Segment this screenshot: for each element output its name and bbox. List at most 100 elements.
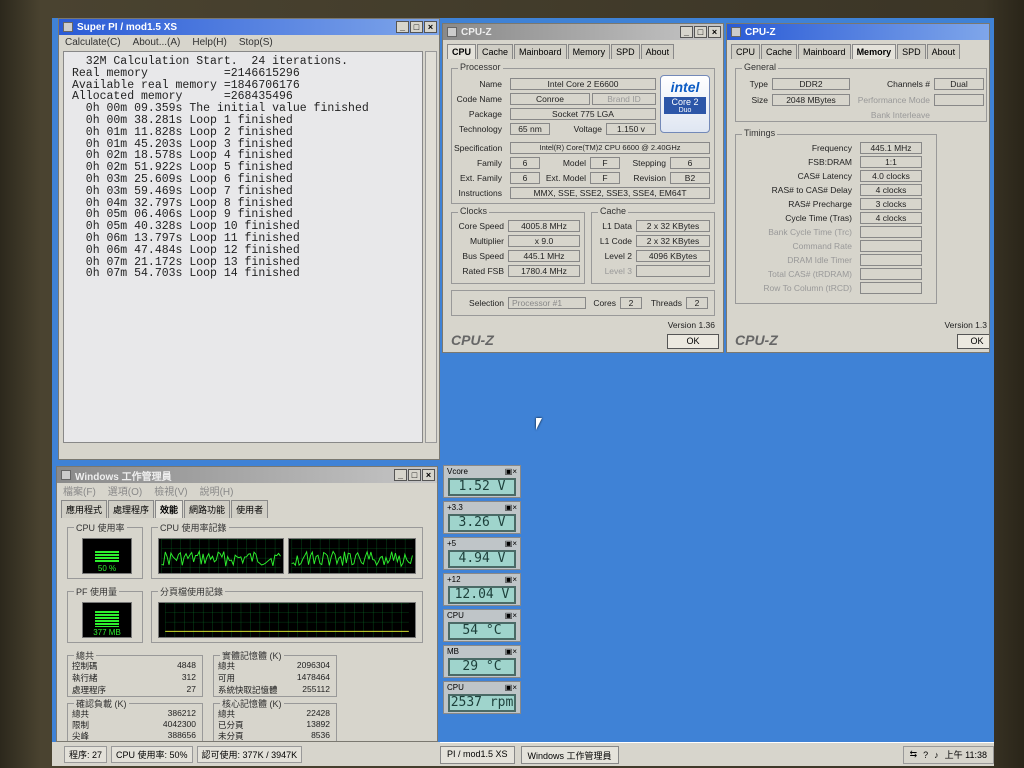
monitor-sensor-label: Vcore bbox=[447, 467, 468, 476]
processor-label: Processor bbox=[458, 62, 503, 72]
tab-cache[interactable]: Cache bbox=[477, 44, 514, 59]
tab-processes[interactable]: 處理程序 bbox=[108, 500, 155, 518]
log-line: 0h 06m 47.484s Loop 12 finished bbox=[72, 243, 300, 257]
commit-limit-value: 4042300 bbox=[162, 719, 196, 729]
processes-value: 27 bbox=[186, 684, 196, 694]
tab-mainboard[interactable]: Mainboard bbox=[798, 44, 851, 59]
tab-memory[interactable]: Memory bbox=[851, 44, 897, 59]
monitor-sensor[interactable]: +5 ▣× 4.94 V bbox=[443, 537, 521, 570]
volume-icon[interactable]: ♪ bbox=[934, 750, 939, 760]
monitor-close-icon[interactable]: ▣× bbox=[505, 466, 517, 477]
tab-spd[interactable]: SPD bbox=[611, 44, 640, 59]
package-value: Socket 775 LGA bbox=[510, 108, 656, 120]
monitor-sensor[interactable]: Vcore ▣× 1.52 V bbox=[443, 465, 521, 498]
tab-cpu[interactable]: CPU bbox=[447, 44, 477, 59]
kernel-memory-group: 核心記憶體 (K) 總共 22428 已分頁 13892 未分頁 8536 bbox=[213, 697, 337, 741]
menu-options[interactable]: 選項(O) bbox=[108, 483, 142, 498]
kernel-total-value: 22428 bbox=[306, 708, 330, 718]
size-label: Size bbox=[751, 95, 768, 105]
taskmanager-titlebar[interactable]: Windows 工作管理員 _ □ × bbox=[57, 467, 437, 483]
technology-value: 65 nm bbox=[510, 123, 550, 135]
tab-cache[interactable]: Cache bbox=[761, 44, 798, 59]
close-button[interactable]: × bbox=[422, 469, 435, 481]
tab-applications[interactable]: 應用程式 bbox=[61, 500, 108, 518]
menu-about[interactable]: About...(A) bbox=[133, 37, 181, 48]
tab-cpu[interactable]: CPU bbox=[731, 44, 761, 59]
extfamily-label: Ext. Family bbox=[459, 173, 502, 183]
cpuz-memory-title: CPU-Z bbox=[745, 26, 776, 38]
busspeed-value: 445.1 MHz bbox=[508, 250, 580, 262]
core2-logo-text: Core 2 bbox=[664, 97, 706, 107]
tab-networking[interactable]: 網路功能 bbox=[184, 500, 231, 518]
help-icon[interactable]: ? bbox=[923, 750, 928, 760]
level3-label: Level 3 bbox=[604, 266, 632, 276]
monitor-close-icon[interactable]: ▣× bbox=[505, 574, 517, 585]
taskbar-superpi[interactable]: PI / mod1.5 XS bbox=[440, 745, 515, 764]
close-button[interactable]: × bbox=[708, 26, 721, 38]
level3-value bbox=[636, 265, 710, 277]
tab-about[interactable]: About bbox=[640, 44, 675, 59]
menu-help[interactable]: Help(H) bbox=[192, 37, 226, 48]
kernel-paged-value: 13892 bbox=[306, 719, 330, 729]
monitor-close-icon[interactable]: ▣× bbox=[505, 682, 517, 693]
ok-button[interactable]: OK bbox=[957, 334, 989, 349]
phys-total-value: 2096304 bbox=[296, 660, 330, 670]
ok-button[interactable]: OK bbox=[667, 334, 719, 349]
monitor-sensor[interactable]: +3.3 ▣× 3.26 V bbox=[443, 501, 521, 534]
taskmanager-title: Windows 工作管理員 bbox=[75, 471, 172, 483]
close-button[interactable]: × bbox=[424, 21, 437, 33]
l1data-label: L1 Data bbox=[602, 221, 632, 231]
tab-spd[interactable]: SPD bbox=[897, 44, 926, 59]
monitor-sensor[interactable]: CPU ▣× 54 °C bbox=[443, 609, 521, 642]
handles-value: 4848 bbox=[177, 660, 196, 670]
monitor-close-icon[interactable]: ▣× bbox=[505, 646, 517, 657]
monitor-sensor-header: Vcore ▣× bbox=[444, 466, 520, 477]
superpi-scrollbar[interactable] bbox=[425, 51, 437, 443]
monitor-close-icon[interactable]: ▣× bbox=[505, 538, 517, 549]
ratedfsb-label: Rated FSB bbox=[462, 266, 504, 276]
monitor-sensor[interactable]: MB ▣× 29 °C bbox=[443, 645, 521, 678]
size-value: 2048 MBytes bbox=[772, 94, 850, 106]
monitor-close-icon[interactable]: ▣× bbox=[505, 502, 517, 513]
tab-users[interactable]: 使用者 bbox=[231, 500, 269, 518]
pf-usage-group: PF 使用量 377 MB bbox=[67, 585, 143, 643]
fsbdram-label: FSB:DRAM bbox=[808, 157, 852, 167]
cpuz-cpu-window: CPU-Z _ □ × CPU Cache Mainboard Memory S… bbox=[442, 23, 724, 353]
monitor-sensor[interactable]: +12 ▣× 12.04 V bbox=[443, 573, 521, 606]
rp-label: RAS# Precharge bbox=[788, 199, 852, 209]
menu-file[interactable]: 檔案(F) bbox=[63, 483, 96, 498]
clock[interactable]: 上午 11:38 bbox=[945, 748, 987, 761]
commit-group: 確認負載 (K) 總共 386212 限制 4042300 尖峰 388656 bbox=[67, 697, 203, 741]
commit-total-value: 386212 bbox=[167, 708, 196, 718]
selection-dropdown[interactable]: Processor #1 bbox=[508, 297, 586, 309]
cpuz-cpu-titlebar[interactable]: CPU-Z _ □ × bbox=[443, 24, 723, 40]
menu-help[interactable]: 說明(H) bbox=[200, 483, 234, 498]
minimize-button[interactable]: _ bbox=[680, 26, 693, 38]
tab-mainboard[interactable]: Mainboard bbox=[514, 44, 567, 59]
monitor-close-icon[interactable]: ▣× bbox=[505, 610, 517, 621]
taskbar-taskmanager[interactable]: Windows 工作管理員 bbox=[520, 745, 619, 764]
maximize-button[interactable]: □ bbox=[410, 21, 423, 33]
clocks-group: Clocks Core Speed 4005.8 MHz Multiplier … bbox=[451, 206, 585, 284]
monitor-sensor-header: +5 ▣× bbox=[444, 538, 520, 549]
menu-stop[interactable]: Stop(S) bbox=[239, 37, 273, 48]
cores-label: Cores bbox=[593, 298, 616, 308]
network-icon[interactable]: ⇆ bbox=[910, 749, 918, 760]
tab-memory[interactable]: Memory bbox=[567, 44, 611, 59]
cpuz-memory-titlebar[interactable]: CPU-Z bbox=[727, 24, 989, 40]
menu-view[interactable]: 檢視(V) bbox=[154, 483, 187, 498]
maximize-button[interactable]: □ bbox=[408, 469, 421, 481]
minimize-button[interactable]: _ bbox=[394, 469, 407, 481]
cpuz-memory-tabs: CPU Cache Mainboard Memory SPD About bbox=[727, 40, 989, 59]
desktop: Super PI / mod1.5 XS _ □ × Calculate(C) … bbox=[52, 18, 994, 766]
menu-calculate[interactable]: Calculate(C) bbox=[65, 37, 121, 48]
minimize-button[interactable]: _ bbox=[396, 21, 409, 33]
taskmanager-statusbar: 程序: 27 CPU 使用率: 50% 認可使用: 377K / 3947K bbox=[52, 742, 440, 766]
selection-label: Selection bbox=[469, 298, 504, 308]
tab-performance[interactable]: 效能 bbox=[155, 500, 184, 518]
maximize-button[interactable]: □ bbox=[694, 26, 707, 38]
superpi-titlebar[interactable]: Super PI / mod1.5 XS _ □ × bbox=[59, 19, 439, 35]
monitor-sensor[interactable]: CPU ▣× 2537 rpm bbox=[443, 681, 521, 714]
tab-about[interactable]: About bbox=[926, 44, 961, 59]
phys-avail-label: 可用 bbox=[218, 673, 236, 683]
